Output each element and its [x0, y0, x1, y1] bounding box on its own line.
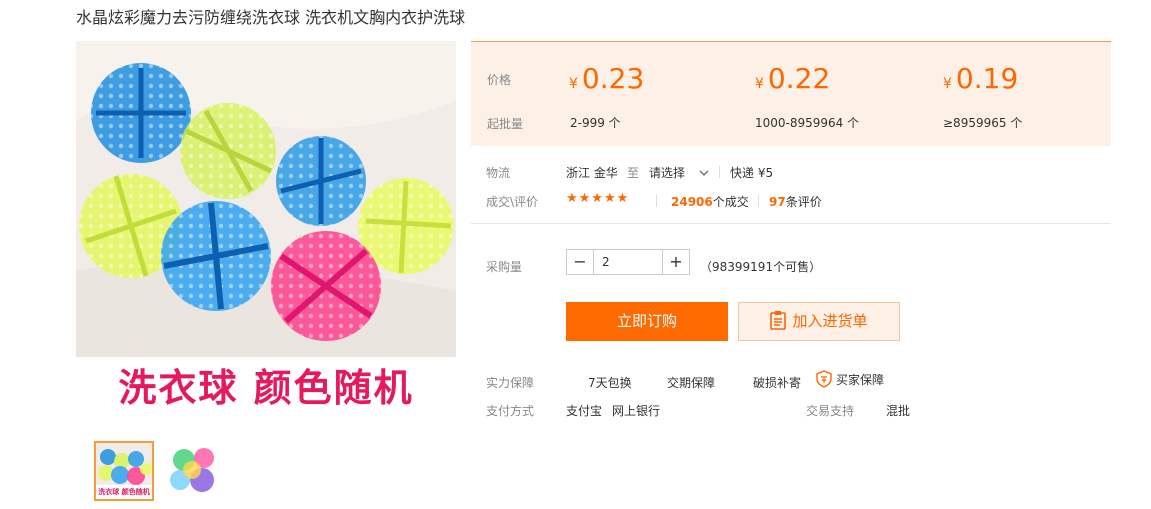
chevron-down-icon [699, 170, 709, 176]
deal-count-number: 24906 [671, 195, 713, 209]
price-tier-2: ¥0.22 [755, 62, 830, 95]
price-value: 0.22 [767, 62, 831, 95]
clipboard-icon [770, 310, 787, 330]
payment-label: 支付方式 [486, 404, 535, 418]
buy-now-button[interactable]: 立即订购 [566, 302, 728, 341]
decrease-button[interactable]: − [567, 250, 594, 274]
price-value: 0.19 [955, 62, 1019, 95]
thumbnail-2-image [164, 442, 222, 500]
add-to-list-label: 加入进货单 [792, 312, 868, 330]
destination-select[interactable]: 请选择 [649, 164, 709, 181]
rating-stars: ★★★★★ [566, 191, 630, 206]
quantity-input[interactable]: 2 [594, 250, 664, 274]
divider [758, 195, 759, 207]
purchase-qty-label: 采购量 [486, 260, 523, 274]
blue-ball-2 [276, 136, 366, 226]
payment-method: 网上银行 [612, 404, 661, 418]
increase-button[interactable]: + [662, 250, 689, 274]
divider [656, 195, 657, 207]
currency-symbol: ¥ [569, 76, 578, 92]
buyer-protection-label: 买家保障 [836, 373, 885, 387]
currency-symbol: ¥ [943, 76, 952, 92]
price-tier-1: ¥0.23 [569, 62, 644, 95]
review-count-suffix: 条评价 [785, 195, 822, 209]
price-value: 0.23 [581, 62, 645, 95]
review-count[interactable]: 97条评价 [769, 193, 822, 210]
divider [719, 166, 720, 178]
product-title: 水晶炫彩魔力去污防缠绕洗衣球 洗衣机文胸内衣护洗球 [76, 8, 466, 27]
image-banner-text: 洗衣球 颜色随机 [76, 357, 456, 419]
guarantee-item[interactable]: 破损补寄 [753, 374, 801, 391]
deal-count-suffix: 个成交 [712, 195, 749, 209]
ship-to-word: 至 [627, 166, 640, 180]
review-count-number: 97 [769, 195, 786, 209]
laundry-balls-illustration [76, 41, 456, 361]
buyer-protection[interactable]: 买家保障 [816, 370, 885, 388]
section-divider [471, 223, 1111, 224]
guarantee-item[interactable]: 7天包换 [588, 374, 632, 391]
price-panel: 价格 起批量 ¥0.23 ¥0.22 ¥0.19 2-999 个 1000-89… [471, 41, 1111, 146]
blue-ball-3 [161, 201, 271, 311]
logistics-label: 物流 [486, 166, 511, 180]
guarantee-label: 实力保障 [486, 376, 535, 390]
deal-count[interactable]: 24906个成交 [671, 193, 749, 210]
price-label: 价格 [487, 73, 512, 87]
destination-select-label: 请选择 [649, 166, 686, 180]
quantity-stepper: − 2 + [566, 249, 690, 275]
guarantee-item[interactable]: 交期保障 [667, 374, 715, 391]
express-fee: 快递 ¥5 [730, 166, 774, 180]
blue-ball-1 [91, 63, 191, 163]
tier-3-quantity: ≥8959965 个 [943, 116, 1023, 130]
available-stock: （98399191个可售） [700, 260, 822, 274]
payment-method: 支付宝 [566, 404, 603, 418]
shield-icon [816, 370, 832, 388]
thumbnail-2[interactable] [163, 441, 223, 501]
deals-label: 成交\评价 [486, 195, 539, 209]
ship-from: 浙江 金华 [566, 166, 618, 180]
thumbnail-1-image [96, 443, 152, 485]
tier-2-quantity: 1000-8959964 个 [755, 116, 860, 130]
trade-support-label: 交易支持 [806, 404, 855, 418]
pink-ball [271, 231, 381, 341]
tier-1-quantity: 2-999 个 [570, 116, 621, 130]
thumbnail-1[interactable]: 洗衣球 颜色随机 [94, 441, 154, 501]
add-to-list-button[interactable]: 加入进货单 [738, 302, 900, 341]
trade-support-value: 混批 [886, 404, 911, 418]
currency-symbol: ¥ [755, 76, 764, 92]
moq-label: 起批量 [487, 117, 524, 131]
main-product-image[interactable]: 洗衣球 颜色随机 [76, 41, 456, 419]
thumbnail-caption: 洗衣球 颜色随机 [96, 485, 152, 499]
yellow-ball-1 [180, 103, 276, 199]
price-tier-3: ¥0.19 [943, 62, 1018, 95]
